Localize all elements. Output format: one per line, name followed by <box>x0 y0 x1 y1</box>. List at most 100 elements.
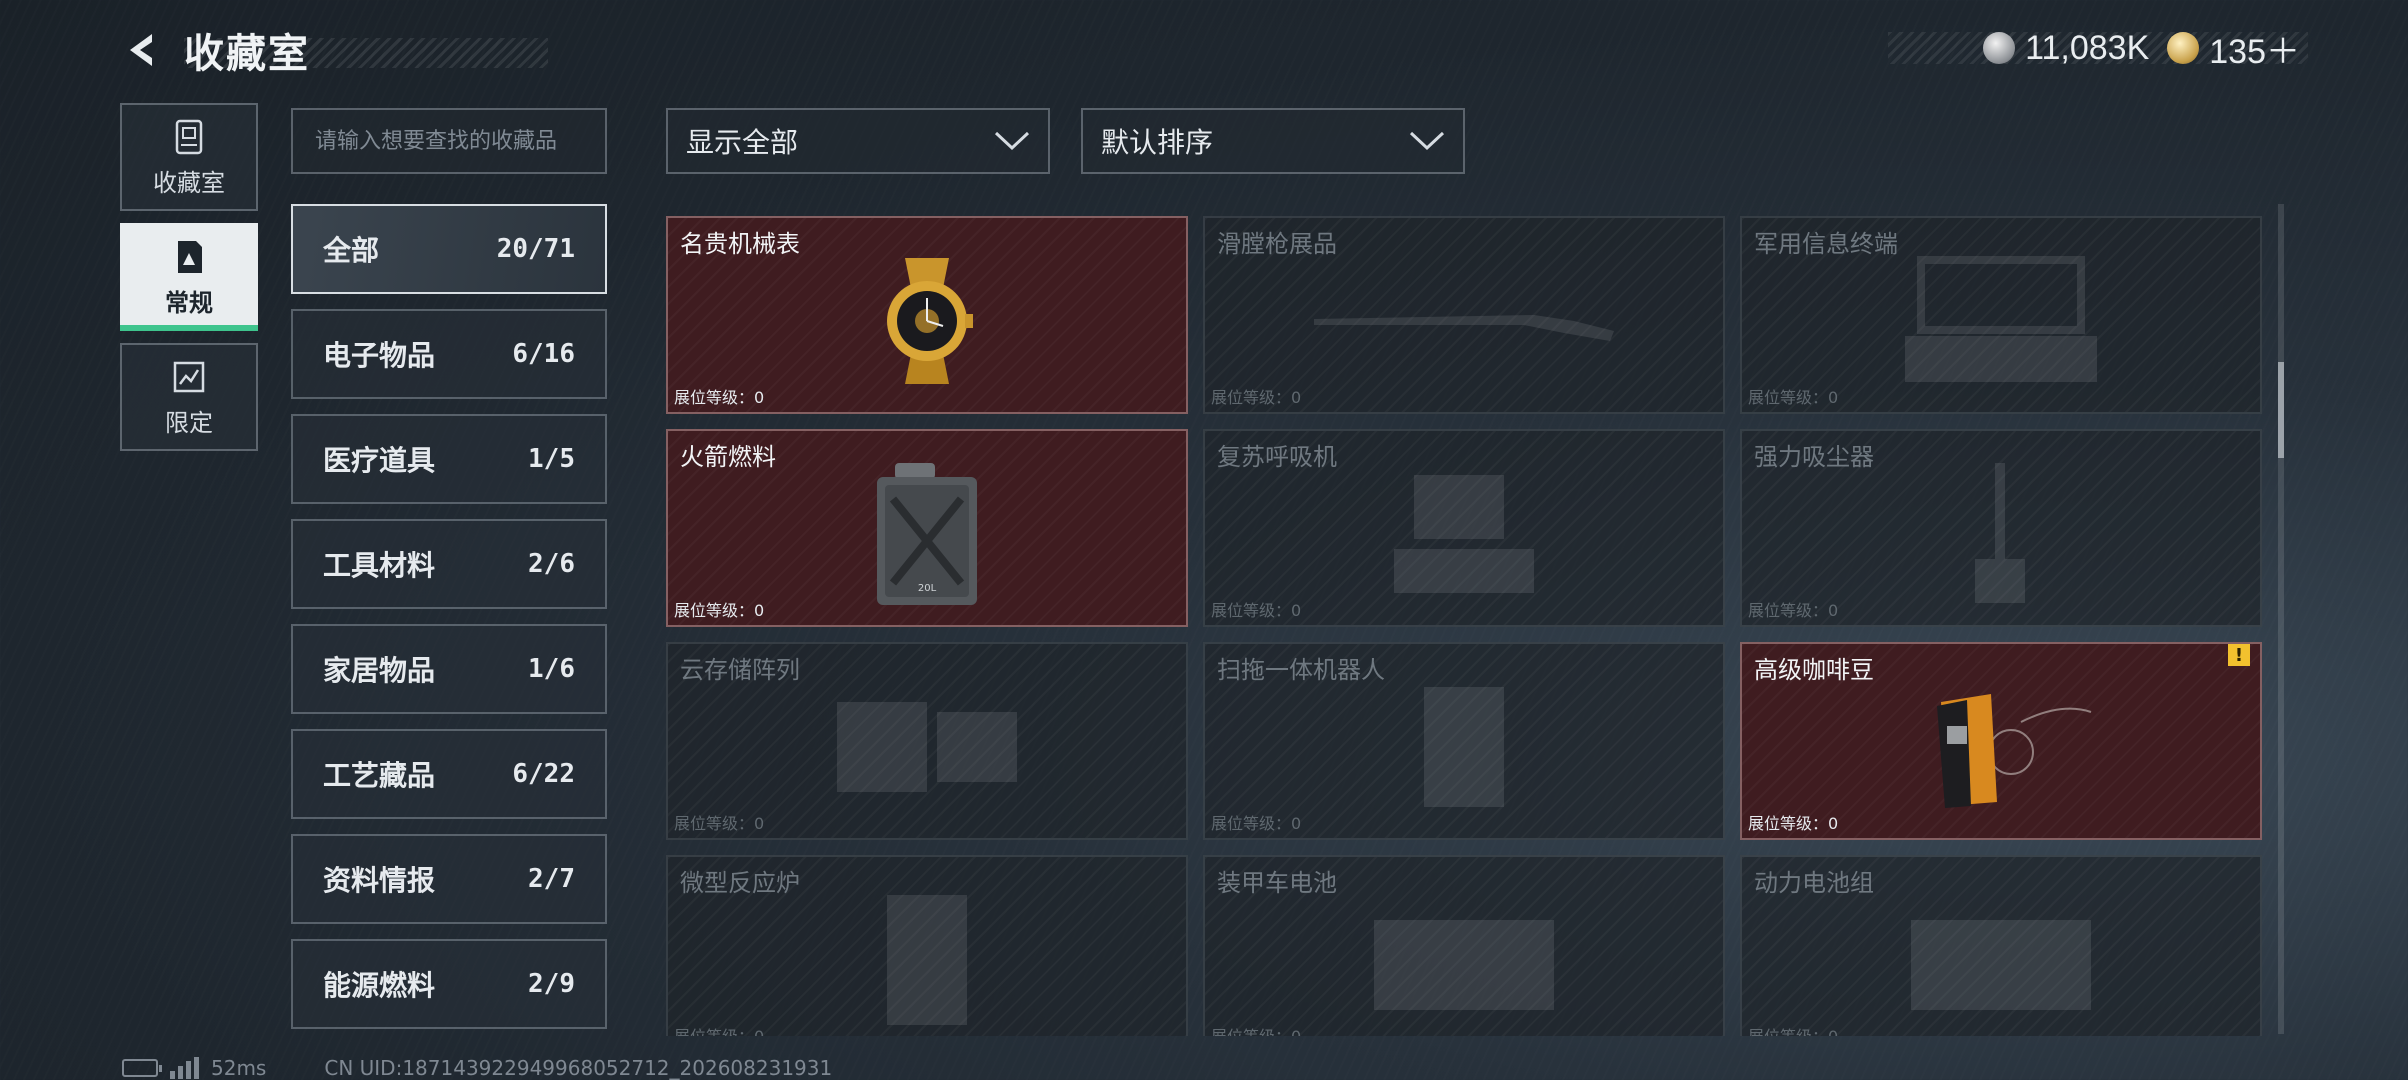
category-count: 1/5 <box>528 444 575 474</box>
vault-icon <box>169 117 209 157</box>
back-button[interactable] <box>118 26 166 74</box>
category-name: 工艺藏品 <box>323 759 436 792</box>
mode-label: 限定 <box>165 408 213 437</box>
gold-coin-icon <box>2167 32 2200 64</box>
battery-pack-icon <box>1364 900 1564 1024</box>
chevron-down-icon <box>1409 131 1445 151</box>
mode-label: 收藏室 <box>153 168 225 197</box>
storage-array-icon <box>827 692 1027 806</box>
page-title: 收藏室 <box>184 31 310 77</box>
category-count: 20/71 <box>496 234 575 264</box>
search-input[interactable] <box>291 108 607 174</box>
signal-icon <box>170 1057 199 1079</box>
collection-card[interactable]: 复苏呼吸机 展位等级：0 <box>1203 429 1725 627</box>
gold-currency[interactable]: 135＋ <box>2167 24 2300 73</box>
currency-bar: 11,083K 135＋ <box>1888 28 2308 71</box>
chevron-down-icon <box>994 131 1030 151</box>
limited-collection-icon <box>169 357 209 397</box>
battery-icon <box>122 1059 162 1077</box>
collection-card[interactable]: 微型反应炉 展位等级：0 <box>666 855 1188 1036</box>
item-level: 展位等级：0 <box>1211 388 1302 407</box>
item-name: 云存储阵列 <box>680 656 800 684</box>
filter-dropdown-value: 显示全部 <box>686 126 799 159</box>
svg-text:20L: 20L <box>918 583 937 594</box>
coffee-beans-icon <box>1901 682 2101 816</box>
collection-card[interactable]: 滑膛枪展品 展位等级：0 <box>1203 216 1725 414</box>
collection-card[interactable]: 扫拖一体机器人 展位等级：0 <box>1203 642 1725 840</box>
item-name: 扫拖一体机器人 <box>1217 656 1385 684</box>
back-arrow-icon <box>130 34 152 66</box>
filter-dropdown[interactable]: 显示全部 <box>666 108 1050 174</box>
item-level: 展位等级：0 <box>1748 1023 1838 1036</box>
item-level: 展位等级：0 <box>674 601 765 620</box>
reactor-icon <box>867 885 987 1036</box>
category-energy[interactable]: 能源燃料 2/9 <box>291 939 607 1029</box>
category-name: 能源燃料 <box>323 969 436 1002</box>
category-crafts[interactable]: 工艺藏品 6/22 <box>291 729 607 819</box>
item-level: 展位等级：0 <box>1748 388 1839 407</box>
musket-icon <box>1314 291 1614 355</box>
fuel-can-icon: 20L <box>867 459 987 613</box>
category-tools[interactable]: 工具材料 2/6 <box>291 519 607 609</box>
category-name: 家居物品 <box>323 654 436 687</box>
scrollbar-thumb[interactable] <box>2278 362 2284 458</box>
category-medical[interactable]: 医疗道具 1/5 <box>291 414 607 504</box>
regular-collection-icon <box>169 237 209 277</box>
item-name: 军用信息终端 <box>1754 230 1898 258</box>
silver-currency[interactable]: 11,083K <box>1983 29 2149 68</box>
category-count: 2/7 <box>528 864 575 894</box>
collection-card[interactable]: 装甲车电池 展位等级：0 <box>1203 855 1725 1036</box>
item-name: 强力吸尘器 <box>1754 443 1874 471</box>
category-count: 6/16 <box>512 339 575 369</box>
category-electronics[interactable]: 电子物品 6/16 <box>291 309 607 399</box>
mode-tab-vault[interactable]: 收藏室 <box>120 103 258 211</box>
silver-value: 11,083K <box>2025 28 2150 67</box>
item-level: 展位等级：0 <box>674 814 765 833</box>
item-level: 展位等级：0 <box>674 1023 764 1036</box>
sort-dropdown[interactable]: 默认排序 <box>1081 108 1465 174</box>
collection-card[interactable]: 名贵机械表 展位等级：0 <box>666 216 1188 414</box>
category-intel[interactable]: 资料情报 2/7 <box>291 834 607 924</box>
category-count: 1/6 <box>528 654 575 684</box>
item-name: 名贵机械表 <box>680 230 800 258</box>
title-wrap: 收藏室 <box>184 26 548 77</box>
item-name: 复苏呼吸机 <box>1217 443 1337 471</box>
collection-card[interactable]: 火箭燃料 20L 展位等级：0 <box>666 429 1188 627</box>
item-level: 展位等级：0 <box>1748 601 1839 620</box>
mode-tabs: 收藏室 常规 限定 <box>120 103 258 463</box>
item-level: 展位等级：0 <box>674 388 765 407</box>
item-name: 火箭燃料 <box>680 443 776 471</box>
collection-card[interactable]: 强力吸尘器 展位等级：0 <box>1740 429 2262 627</box>
category-name: 电子物品 <box>323 339 436 372</box>
collection-grid-viewport: 名贵机械表 展位等级：0 滑膛枪展品 展位等级：0 军用信息终端 展位等级：0 … <box>666 216 2262 1036</box>
collection-card[interactable]: 高级咖啡豆 ! 展位等级：0 <box>1740 642 2262 840</box>
collection-card[interactable]: 军用信息终端 展位等级：0 <box>1740 216 2262 414</box>
collection-card[interactable]: 动力电池组 展位等级：0 <box>1740 855 2262 1036</box>
military-terminal-icon <box>1901 255 2101 390</box>
sort-dropdown-value: 默认排序 <box>1101 126 1214 159</box>
item-name: 高级咖啡豆 <box>1754 656 1874 684</box>
grid-scrollbar[interactable] <box>2278 204 2284 1034</box>
mode-tab-limited[interactable]: 限定 <box>120 343 258 451</box>
silver-coin-icon <box>1983 32 2016 64</box>
collection-card[interactable]: 云存储阵列 展位等级：0 <box>666 642 1188 840</box>
collection-grid: 名贵机械表 展位等级：0 滑膛枪展品 展位等级：0 军用信息终端 展位等级：0 … <box>666 216 2262 1036</box>
new-alert-badge: ! <box>2228 644 2250 666</box>
category-all[interactable]: 全部 20/71 <box>291 204 607 294</box>
mode-tab-regular[interactable]: 常规 <box>120 223 258 331</box>
category-name: 全部 <box>323 234 380 267</box>
category-household[interactable]: 家居物品 1/6 <box>291 624 607 714</box>
category-name: 工具材料 <box>323 549 436 582</box>
item-level: 展位等级：0 <box>1748 814 1839 833</box>
ping-value: 52ms <box>211 1056 267 1080</box>
item-level: 展位等级：0 <box>1211 814 1302 833</box>
luxury-watch-icon <box>867 256 987 390</box>
category-count: 2/9 <box>528 969 575 999</box>
status-footer: 52ms CN UID:18714392294996805271​2_20260… <box>122 1055 832 1080</box>
mode-label: 常规 <box>165 288 213 317</box>
gold-value: 135＋ <box>2209 32 2300 71</box>
power-battery-icon <box>1901 900 2101 1024</box>
category-name: 资料情报 <box>323 864 436 897</box>
category-count: 6/22 <box>512 759 575 789</box>
header: 收藏室 <box>118 22 548 78</box>
